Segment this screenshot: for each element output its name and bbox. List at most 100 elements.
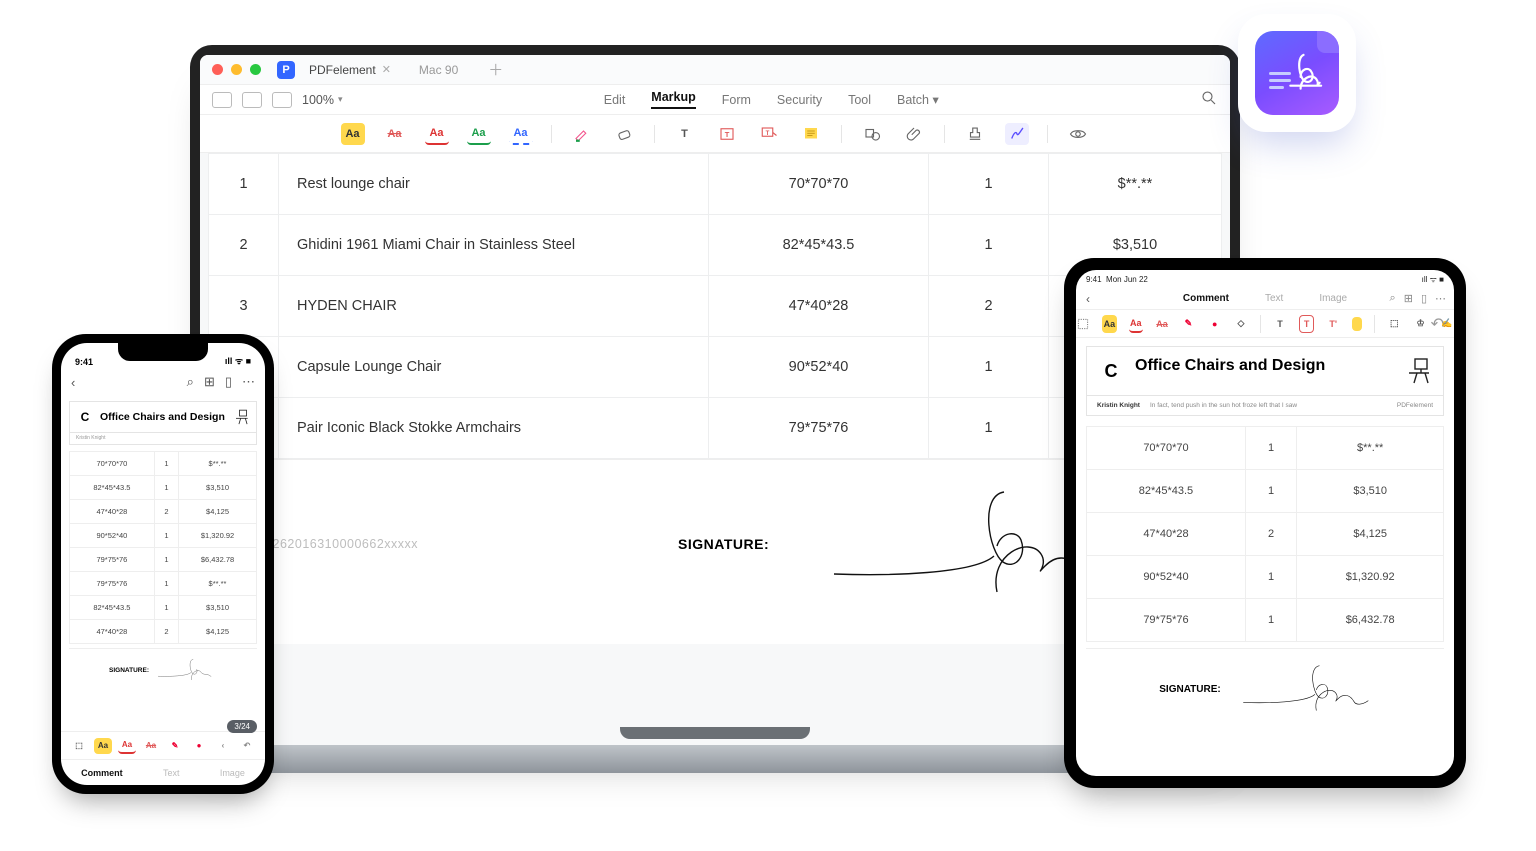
row-qty: 1 <box>1245 556 1296 599</box>
shape-tool[interactable] <box>860 123 884 145</box>
note-tool[interactable] <box>799 123 823 145</box>
search-icon[interactable]: ⌕ <box>187 374 194 390</box>
chair-icon <box>1409 357 1433 385</box>
underline-tool[interactable]: Aa <box>118 738 136 754</box>
stamp-tool[interactable]: ♔ <box>1413 315 1427 333</box>
text-tool[interactable]: T <box>1273 315 1287 333</box>
search-icon[interactable] <box>1200 89 1218 110</box>
callout-tool[interactable]: T <box>757 123 781 145</box>
table-row: 90*52*401$1,320.92 <box>1087 556 1444 599</box>
row-price: $3,510 <box>179 476 257 500</box>
row-price: $**.** <box>179 572 257 596</box>
search-icon[interactable]: ⌕ <box>1390 292 1396 305</box>
highlight-tool[interactable]: Aa <box>1102 315 1116 333</box>
select-tool[interactable] <box>1076 315 1090 333</box>
tab-second[interactable]: Mac 90 <box>419 63 458 77</box>
menu-tool[interactable]: Tool <box>848 93 871 107</box>
phone-tab-image[interactable]: Image <box>220 768 245 778</box>
attachment-tool[interactable] <box>902 123 926 145</box>
strike-tool[interactable]: Aa <box>1155 315 1169 333</box>
row-dim: 79*75*76 <box>1087 599 1246 642</box>
marker-tool[interactable]: ✎ <box>1181 315 1195 333</box>
traffic-minimize[interactable] <box>231 64 242 75</box>
menu-edit[interactable]: Edit <box>604 93 626 107</box>
table-row: 79*75*761$6,432.78 <box>70 548 257 572</box>
select-tool[interactable]: ⬚ <box>70 738 88 754</box>
marker-tool[interactable]: ✎ <box>166 738 184 754</box>
tablet-toolbar: Aa Aa Aa ✎ ● ◇ T T T' ⬚ ♔ ✍ ↶ <box>1076 310 1454 338</box>
tab-close-icon[interactable]: ✕ <box>382 63 391 76</box>
menu-security[interactable]: Security <box>777 93 822 107</box>
view-layout-icon-2[interactable] <box>242 92 262 108</box>
phone-document[interactable]: C Office Chairs and Design Kristin Knigh… <box>61 395 265 731</box>
menu-batch[interactable]: Batch ▾ <box>897 92 939 107</box>
underline-red-tool[interactable]: Aa <box>425 123 449 145</box>
phone-signature-row: SIGNATURE: <box>69 648 257 685</box>
highlight-tool[interactable]: Aa <box>94 738 112 754</box>
tablet-document[interactable]: C Office Chairs and Design Kristin Knigh… <box>1076 338 1454 776</box>
menu-markup[interactable]: Markup <box>651 90 695 109</box>
tablet-tab-image[interactable]: Image <box>1319 293 1347 304</box>
highlight-tool[interactable]: Aa <box>341 123 365 145</box>
tablet-tab-comment[interactable]: Comment <box>1183 293 1229 304</box>
color-tool[interactable]: ● <box>1208 315 1222 333</box>
undo-icon[interactable]: ↶ <box>1431 314 1444 334</box>
callout-tool[interactable]: T' <box>1326 315 1340 333</box>
view-layout-icon-3[interactable] <box>272 92 292 108</box>
phone-device: 9:41 ıll ᯤ ■ ‹ ⌕ ⊞ ▯ ⋯ C Office Chairs a… <box>52 334 274 794</box>
eraser-tool[interactable]: ◇ <box>1234 315 1248 333</box>
strikethrough-tool[interactable]: Aa <box>383 123 407 145</box>
row-dim: 47*40*28 <box>70 620 155 644</box>
more-icon[interactable]: ⋯ <box>242 374 255 390</box>
traffic-close[interactable] <box>212 64 223 75</box>
row-no: 2 <box>209 215 279 276</box>
eraser-tool[interactable] <box>612 123 636 145</box>
view-layout-icon-1[interactable] <box>212 92 232 108</box>
row-dim: 47*40*28 <box>709 276 929 337</box>
zoom-dropdown[interactable]: 100% ▾ <box>302 93 343 107</box>
color-tool[interactable]: ● <box>190 738 208 754</box>
more-icon[interactable]: ⋯ <box>1435 292 1446 305</box>
row-price: $3,510 <box>1297 470 1444 513</box>
grid-icon[interactable]: ⊞ <box>1404 292 1413 305</box>
underline-green-tool[interactable]: Aa <box>467 123 491 145</box>
page-icon[interactable]: ▯ <box>1421 292 1427 305</box>
phone-tab-comment[interactable]: Comment <box>81 768 123 778</box>
back-icon[interactable]: ‹ <box>71 375 75 390</box>
textbox-red-tool[interactable]: T <box>715 123 739 145</box>
menu-form[interactable]: Form <box>722 93 751 107</box>
scroll-left-icon[interactable]: ‹ <box>214 738 232 754</box>
page-icon[interactable]: ▯ <box>225 374 232 390</box>
stamp-tool[interactable] <box>963 123 987 145</box>
underline-tool[interactable]: Aa <box>1129 315 1143 333</box>
doc-title: Office Chairs and Design <box>1135 357 1399 375</box>
sign-tool[interactable] <box>1005 123 1029 145</box>
tablet-status-bar: 9:41 Mon Jun 22 ıll ᯤ ■ <box>1076 270 1454 288</box>
grid-icon[interactable]: ⊞ <box>204 374 215 390</box>
strike-tool[interactable]: Aa <box>142 738 160 754</box>
visibility-tool[interactable] <box>1066 123 1090 145</box>
row-qty: 1 <box>1245 599 1296 642</box>
phone-toolbar: ⬚ Aa Aa Aa ✎ ● ‹ ↶ <box>61 731 265 759</box>
tablet-device: 9:41 Mon Jun 22 ıll ᯤ ■ ‹ Comment Text I… <box>1064 258 1466 788</box>
shape-tool[interactable]: ⬚ <box>1387 315 1401 333</box>
tablet-tab-text[interactable]: Text <box>1265 293 1283 304</box>
tab-add-button[interactable]: ＋ <box>488 59 503 80</box>
row-price: $1,320.92 <box>179 524 257 548</box>
undo-icon[interactable]: ↶ <box>238 738 256 754</box>
underline-blue-tool[interactable]: Aa <box>509 123 533 145</box>
back-icon[interactable]: ‹ <box>1086 292 1090 306</box>
row-dim: 79*75*76 <box>70 548 155 572</box>
signature-drawing <box>1241 661 1371 717</box>
tab-active[interactable]: PDFelement ✕ <box>309 63 391 77</box>
table-row: 79*75*761$**.** <box>70 572 257 596</box>
row-qty: 1 <box>154 476 178 500</box>
text-tool[interactable]: T <box>673 123 697 145</box>
sign-app-icon <box>1238 14 1356 132</box>
marker-tool[interactable] <box>570 123 594 145</box>
note-tool[interactable] <box>1352 317 1362 331</box>
phone-tab-text[interactable]: Text <box>163 768 180 778</box>
textbox-tool[interactable]: T <box>1299 315 1314 333</box>
traffic-maximize[interactable] <box>250 64 261 75</box>
table-row: 1Rest lounge chair70*70*701$**.** <box>209 154 1222 215</box>
